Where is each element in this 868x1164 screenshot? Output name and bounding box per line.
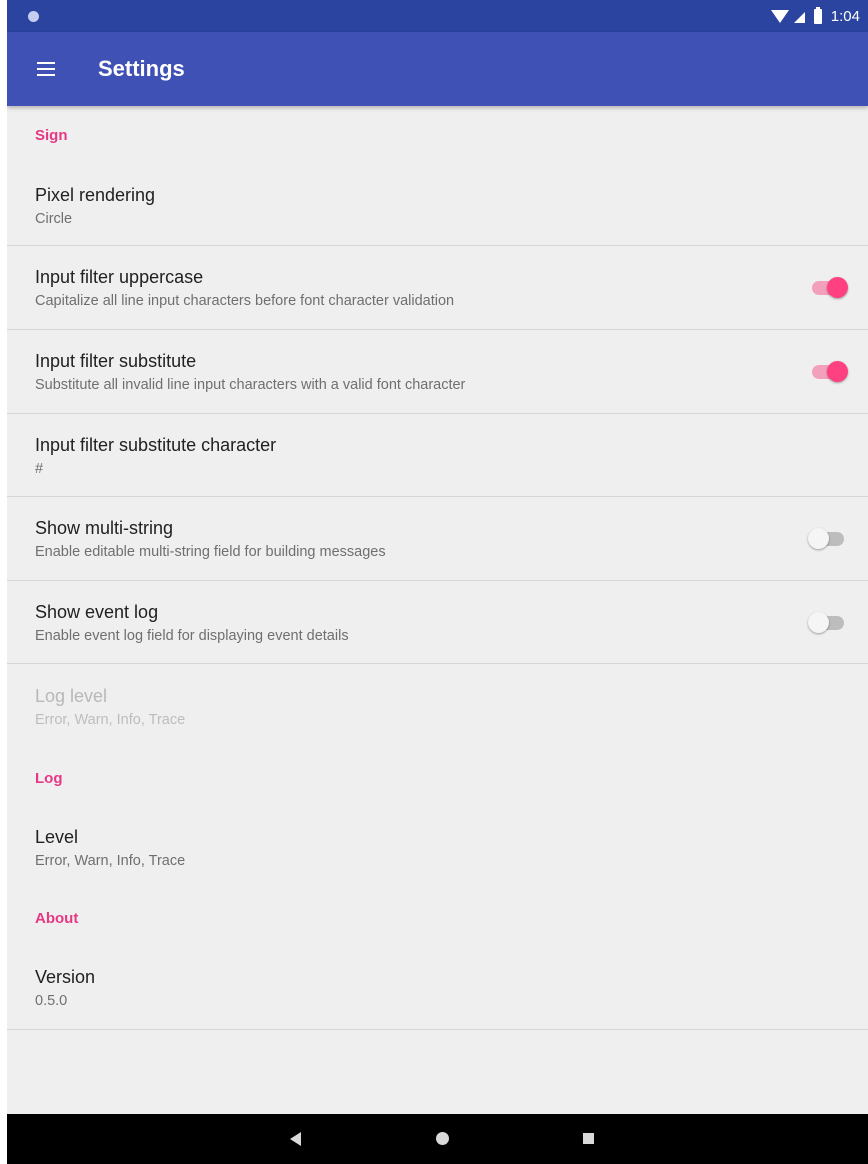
recents-icon[interactable]: [583, 1133, 594, 1144]
pref-substitute-character[interactable]: Input filter substitute character #: [7, 414, 868, 496]
substitute-switch[interactable]: [808, 360, 848, 384]
pref-log-level-disabled: Log level Error, Warn, Info, Trace: [7, 664, 868, 746]
pref-show-multi-string[interactable]: Show multi-string Enable editable multi-…: [7, 497, 868, 580]
pref-input-filter-substitute[interactable]: Input filter substitute Substitute all i…: [7, 330, 868, 413]
pref-level[interactable]: Level Error, Warn, Info, Trace: [7, 811, 868, 887]
pref-show-event-log[interactable]: Show event log Enable event log field fo…: [7, 581, 868, 664]
pref-title: Input filter substitute character: [35, 435, 277, 455]
signal-icon: [793, 11, 805, 23]
pref-summary: Circle: [35, 211, 73, 227]
notification-dot-icon: [28, 11, 39, 22]
pref-version[interactable]: Version 0.5.0: [7, 952, 868, 1028]
pref-title: Log level: [35, 686, 108, 706]
pref-title: Show multi-string: [35, 518, 174, 538]
app-toolbar: Settings: [7, 32, 868, 106]
switch-thumb: [827, 361, 848, 382]
wifi-icon: [770, 9, 789, 23]
uppercase-switch[interactable]: [808, 276, 848, 300]
pref-summary: Substitute all invalid line input charac…: [35, 377, 466, 393]
divider: [7, 1029, 868, 1030]
status-bar: 1:04: [7, 0, 868, 32]
pref-summary: Enable event log field for displaying ev…: [35, 628, 349, 644]
pref-title: Show event log: [35, 602, 159, 622]
pref-summary: #: [35, 461, 44, 477]
switch-thumb: [827, 277, 848, 298]
navigation-bar: [7, 1114, 868, 1164]
pref-title: Input filter uppercase: [35, 267, 204, 287]
pref-summary: 0.5.0: [35, 993, 68, 1009]
event-log-switch[interactable]: [808, 611, 848, 635]
battery-icon: [813, 6, 822, 24]
category-about: About: [35, 910, 79, 927]
pref-summary: Error, Warn, Info, Trace: [35, 853, 186, 869]
category-log: Log: [35, 770, 63, 787]
pref-summary: Capitalize all line input characters bef…: [35, 293, 455, 309]
pref-input-filter-uppercase[interactable]: Input filter uppercase Capitalize all li…: [7, 246, 868, 329]
switch-thumb: [808, 612, 829, 633]
pref-summary: Error, Warn, Info, Trace: [35, 712, 186, 728]
category-sign: Sign: [35, 127, 68, 144]
pref-summary: Enable editable multi-string field for b…: [35, 544, 386, 560]
back-icon[interactable]: [290, 1132, 301, 1146]
pref-title: Pixel rendering: [35, 185, 156, 205]
home-icon[interactable]: [436, 1132, 449, 1145]
hamburger-menu-icon[interactable]: [31, 58, 63, 80]
pref-title: Input filter substitute: [35, 351, 197, 371]
pref-title: Version: [35, 967, 96, 987]
switch-thumb: [808, 528, 829, 549]
status-icons: 1:04: [770, 6, 860, 25]
pref-pixel-rendering[interactable]: Pixel rendering Circle: [7, 169, 868, 245]
page-title: Settings: [98, 56, 185, 81]
status-clock: 1:04: [830, 7, 860, 25]
multi-string-switch[interactable]: [808, 527, 848, 551]
device-screen: 1:04 Settings Sign Pixel rendering Circl…: [7, 0, 868, 1164]
pref-title: Level: [35, 827, 79, 847]
